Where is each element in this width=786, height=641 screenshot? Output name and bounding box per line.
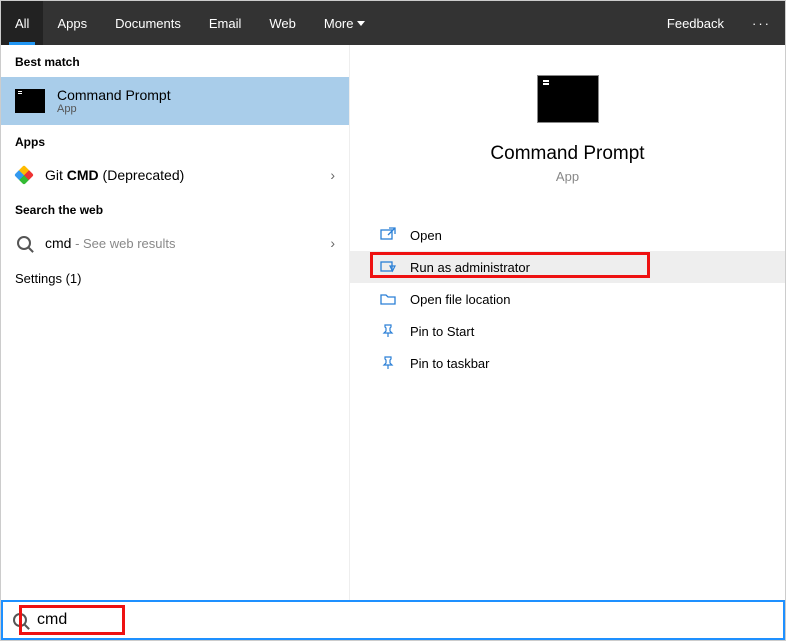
feedback-link[interactable]: Feedback: [653, 16, 738, 31]
chevron-right-icon: ›: [330, 167, 335, 183]
action-label: Pin to Start: [410, 324, 474, 339]
app-result-git-cmd[interactable]: Git CMD (Deprecated) ›: [1, 157, 349, 193]
chevron-right-icon: ›: [330, 235, 335, 251]
action-label: Open: [410, 228, 442, 243]
best-match-title: Command Prompt: [57, 87, 171, 103]
top-tabs-bar: All Apps Documents Email Web More Feedba…: [1, 1, 785, 45]
pin-icon: [380, 323, 396, 339]
open-icon: [380, 227, 396, 243]
command-prompt-icon-large: [537, 75, 599, 123]
web-result[interactable]: cmd - See web results ›: [1, 225, 349, 261]
tab-email[interactable]: Email: [195, 1, 256, 45]
tab-more[interactable]: More: [310, 1, 380, 45]
search-input[interactable]: [37, 611, 773, 629]
web-result-label: cmd - See web results: [45, 235, 176, 251]
action-label: Open file location: [410, 292, 510, 307]
action-run-as-administrator[interactable]: Run as administrator: [350, 251, 785, 283]
apps-header: Apps: [1, 125, 349, 157]
search-web-header: Search the web: [1, 193, 349, 225]
pin-icon: [380, 355, 396, 371]
folder-icon: [380, 291, 396, 307]
results-panel: Best match Command Prompt App Apps Git C…: [1, 45, 349, 600]
preview-subtitle: App: [556, 169, 579, 184]
app-result-label: Git CMD (Deprecated): [45, 167, 184, 183]
tab-documents[interactable]: Documents: [101, 1, 195, 45]
more-options-button[interactable]: ···: [738, 16, 785, 31]
action-pin-to-start[interactable]: Pin to Start: [350, 315, 785, 347]
search-bar[interactable]: [1, 600, 785, 640]
tab-all[interactable]: All: [1, 1, 43, 45]
best-match-result[interactable]: Command Prompt App: [1, 77, 349, 125]
action-open[interactable]: Open: [350, 219, 785, 251]
preview-title: Command Prompt: [490, 143, 644, 165]
action-label: Pin to taskbar: [410, 356, 490, 371]
tab-web[interactable]: Web: [255, 1, 310, 45]
action-pin-to-taskbar[interactable]: Pin to taskbar: [350, 347, 785, 379]
best-match-subtitle: App: [57, 103, 171, 115]
search-icon: [13, 613, 27, 627]
action-label: Run as administrator: [410, 260, 530, 275]
command-prompt-icon: [15, 89, 45, 113]
action-open-file-location[interactable]: Open file location: [350, 283, 785, 315]
admin-icon: [380, 259, 396, 275]
search-icon: [17, 236, 31, 250]
git-icon: [14, 165, 34, 185]
tab-apps[interactable]: Apps: [43, 1, 101, 45]
preview-panel: Command Prompt App Open Run as administr…: [349, 45, 785, 600]
settings-result[interactable]: Settings (1): [1, 261, 349, 296]
best-match-header: Best match: [1, 45, 349, 77]
dropdown-icon: [357, 21, 365, 26]
